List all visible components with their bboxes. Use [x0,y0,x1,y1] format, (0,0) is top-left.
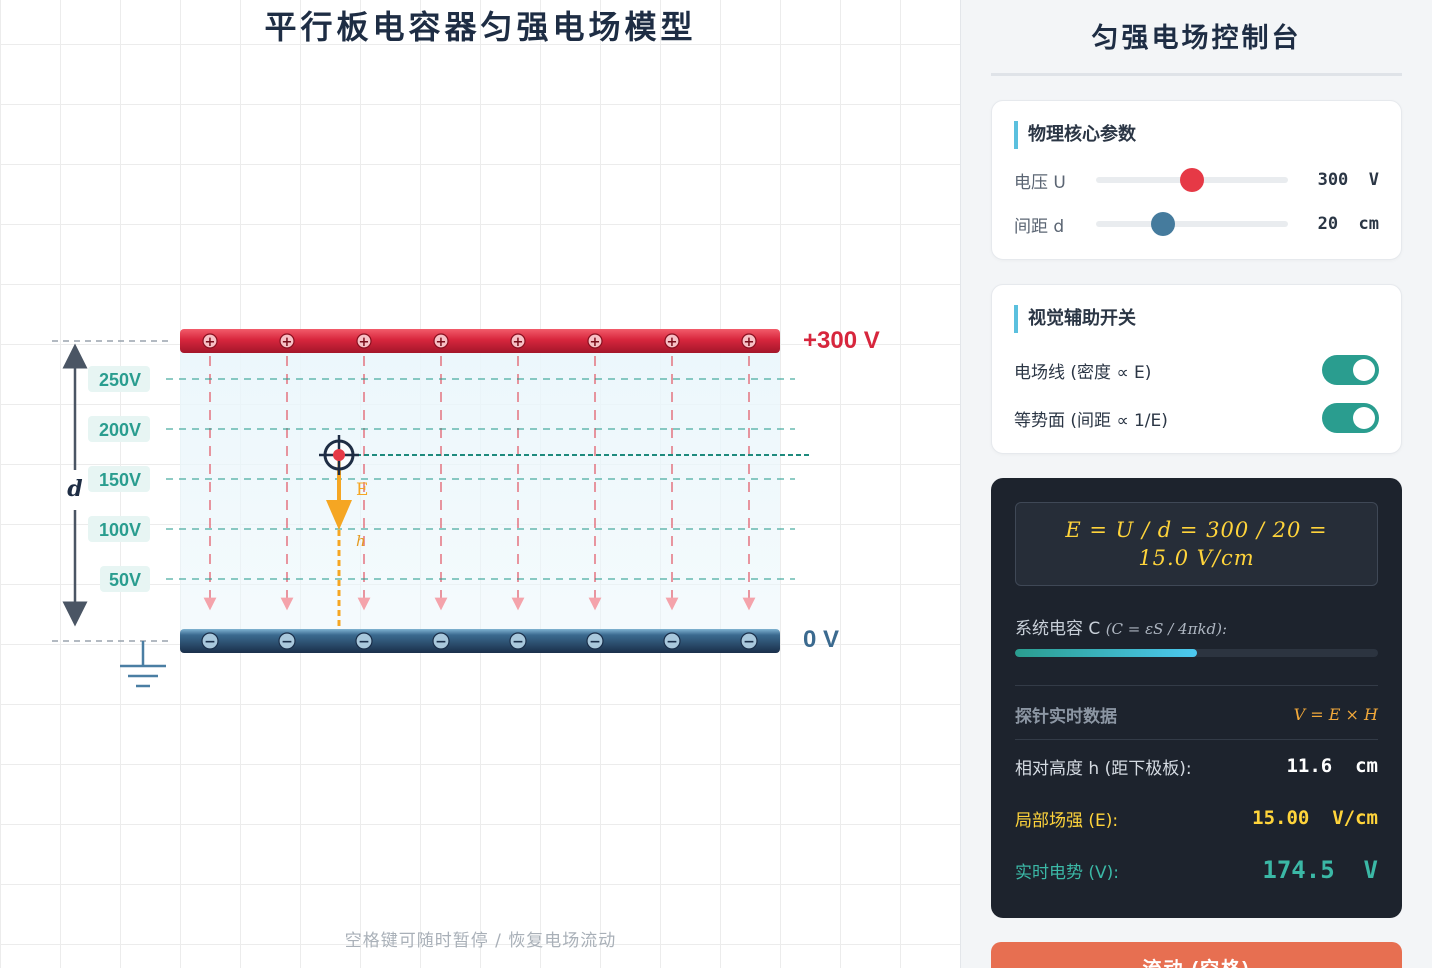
equipotential-label: 100V [99,520,141,540]
probe-height-key: 相对高度 h (距下极板): [1015,758,1192,779]
probe-formula: V = E × H [1293,705,1378,724]
toggle-knob [1353,407,1375,429]
positive-charge-sign: + [359,335,370,350]
simulation-stage: 平行板电容器匀强电场模型 250V 200V 150V 100V 50V d +… [0,0,961,968]
ground-icon [120,641,166,688]
capacitance-label-text: 系统电容 C [1015,619,1101,639]
keyboard-hint: 空格键可随时暂停 / 恢复电场流动 [344,931,617,951]
probe-heading: 探针实时数据 [1015,707,1117,727]
probe-height-value: 11.6 cm [1286,755,1378,777]
negative-charge-sign: − [204,634,216,650]
distance-row: 间距 d 20 cm [1014,211,1379,237]
capacitor-scene: 250V 200V 150V 100V 50V d + + + + + + + + +300 V − −… [52,327,880,688]
voltage-label: 电压 U [1014,172,1066,193]
field-lines-row: 电场线 (密度 ∝ E) [1014,355,1379,385]
negative-charge-sign: − [512,634,524,650]
probe-field-key: 局部场强 (E): [1015,810,1119,831]
distance-slider[interactable] [1096,212,1288,236]
positive-charge-sign: + [590,335,601,350]
field-lines-toggle[interactable] [1322,355,1379,385]
toggles-card: 视觉辅助开关 电场线 (密度 ∝ E) 等势面 (间距 ∝ 1/E) [991,284,1402,454]
capacitance-label: 系统电容 C (C = εS / 4πkd): [1015,614,1378,639]
negative-charge-sign: − [281,634,293,650]
equipotential-label: 150V [99,470,141,490]
equipotential-toggle-label: 等势面 (间距 ∝ 1/E) [1014,410,1168,431]
probe-field-row: 局部场强 (E): 15.00 V/cm [1015,792,1378,844]
positive-plate [180,329,780,353]
probe-potential-row: 实时电势 (V): 174.5 V [1015,844,1378,896]
field-formula: E = U / d = 300 / 20 = 15.0 V/cm [1015,502,1378,586]
voltage-value: 300 V [1317,170,1379,190]
probe-field-value: 15.00 V/cm [1252,807,1378,829]
equipotential-label: 200V [99,420,141,440]
probe-field-label: E [356,480,368,500]
probe-height-row: 相对高度 h (距下极板): 11.6 cm [1015,740,1378,792]
capacitance-bar-fill [1015,649,1197,657]
panel-title: 匀强电场控制台 [991,16,1402,76]
negative-charge-sign: − [589,634,601,650]
capacitance-formula: (C = εS / 4πkd): [1105,620,1228,638]
probe-potential-value: 174.5 V [1262,856,1378,884]
voltage-slider[interactable] [1096,168,1288,192]
control-panel: 匀强电场控制台 物理核心参数 电压 U 300 V 间距 d 20 cm 视觉辅… [961,0,1432,968]
distance-value: 20 cm [1317,214,1379,234]
positive-charge-sign: + [513,335,524,350]
run-button[interactable]: 流动 (空格) [991,942,1402,968]
negative-charge-sign: − [435,634,447,650]
probe-height-label: h [356,532,366,550]
negative-charge-sign: − [358,634,370,650]
equipotential-label: 250V [99,370,141,390]
equipotential-toggle[interactable] [1322,403,1379,433]
negative-plate [180,629,780,653]
field-lines-toggle-label: 电场线 (密度 ∝ E) [1014,362,1152,383]
probe-potential-key: 实时电势 (V): [1015,862,1120,883]
positive-charge-sign: + [667,335,678,350]
toggle-knob [1353,359,1375,381]
positive-charge-sign: + [205,335,216,350]
negative-plate-label: 0 V [803,626,839,653]
params-heading: 物理核心参数 [1014,121,1379,149]
positive-charge-sign: + [744,335,755,350]
distance-label: 间距 d [1014,216,1065,237]
distance-slider-knob[interactable] [1151,212,1176,236]
readout-panel: E = U / d = 300 / 20 = 15.0 V/cm 系统电容 C … [991,478,1402,918]
toggles-heading: 视觉辅助开关 [1014,305,1379,333]
divider [1015,685,1378,686]
probe-header: 探针实时数据 V = E × H [1015,690,1378,740]
voltage-slider-knob[interactable] [1180,168,1204,192]
params-card: 物理核心参数 电压 U 300 V 间距 d 20 cm [991,100,1402,260]
negative-charge-sign: − [743,634,755,650]
positive-charge-sign: + [436,335,447,350]
capacitance-bar [1015,649,1378,657]
distance-label: d [67,476,82,502]
field-region [180,352,780,630]
negative-charge-sign: − [666,634,678,650]
equipotential-label: 50V [109,570,141,590]
positive-plate-label: +300 V [803,327,880,354]
voltage-row: 电压 U 300 V [1014,167,1379,193]
equipotential-row: 等势面 (间距 ∝ 1/E) [1014,403,1379,433]
positive-charge-sign: + [282,335,293,350]
